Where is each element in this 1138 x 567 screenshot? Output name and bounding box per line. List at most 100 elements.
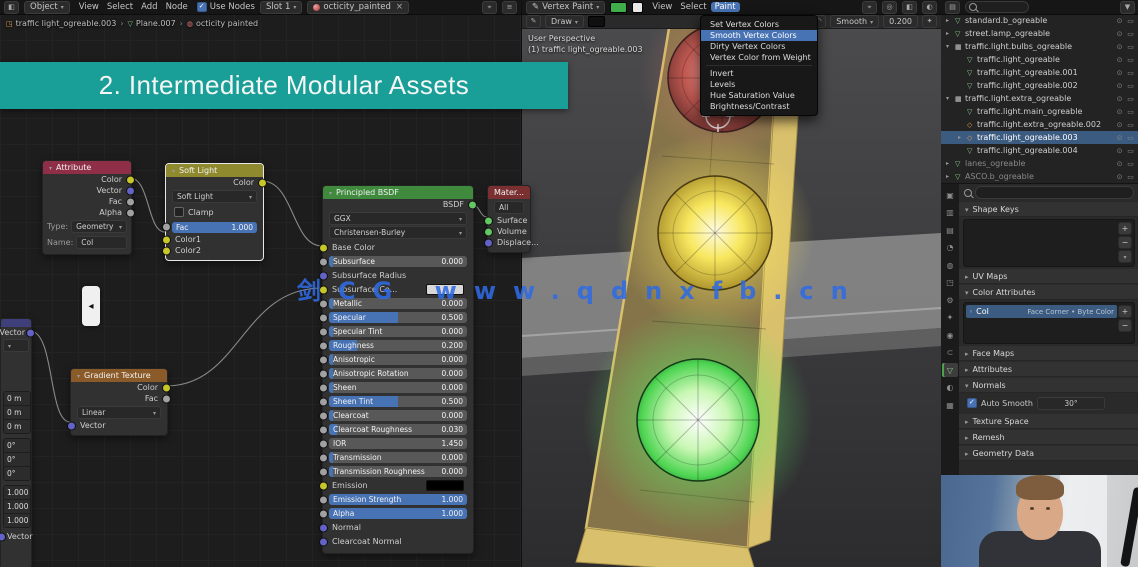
brush-settings-icon[interactable]: ✦ xyxy=(922,14,937,28)
node-header[interactable]: Mater... xyxy=(488,186,530,199)
node-input-row[interactable]: Subsurface Radius xyxy=(319,269,473,283)
outliner-row[interactable]: ▾ ▦ traffic.light.bulbs_ogreable xyxy=(941,40,1138,53)
node-mix-rgb[interactable]: Soft Light Color Soft Light Clamp Fac1.0… xyxy=(162,163,267,261)
auto-smooth-checkbox[interactable] xyxy=(967,398,977,408)
properties-tab[interactable]: ▽ xyxy=(942,363,958,377)
attribute-type-dropdown[interactable]: Geometry xyxy=(71,219,127,233)
auto-smooth-angle-field[interactable]: 30° xyxy=(1036,396,1105,410)
menu-item[interactable]: Select xyxy=(103,2,137,12)
rotation-z[interactable]: 0° xyxy=(4,467,30,480)
brush-icon[interactable]: ✎ xyxy=(526,14,541,28)
expand-icon[interactable]: ▸ xyxy=(958,134,967,141)
subsurface-method-dropdown[interactable]: Christensen-Burley xyxy=(329,226,467,239)
disable-render-icon[interactable] xyxy=(1125,95,1136,103)
shader-type-dropdown[interactable]: Object xyxy=(24,0,70,14)
object-name[interactable]: street.lamp_ogreable xyxy=(965,29,1114,38)
socket-icon[interactable] xyxy=(319,243,328,252)
scale-y[interactable]: 1.000 xyxy=(4,500,30,514)
location-fields[interactable]: 0 m 0 m 0 m xyxy=(3,391,31,434)
node-header[interactable]: Principled BSDF xyxy=(323,186,473,199)
panel-face-maps[interactable]: Face Maps xyxy=(959,346,1138,361)
rotation-fields[interactable]: 0° 0° 0° xyxy=(3,438,31,481)
distribution-dropdown[interactable]: GGX xyxy=(329,211,467,225)
shading-icon[interactable]: ◐ xyxy=(922,0,937,14)
outliner-row[interactable]: ▸ ▽ street.lamp_ogreable xyxy=(941,27,1138,40)
socket-icon[interactable] xyxy=(319,341,328,350)
clamp-toggle[interactable]: Clamp xyxy=(166,204,263,220)
socket-icon[interactable] xyxy=(468,200,477,209)
strength-field[interactable]: 0.200 xyxy=(883,14,918,28)
search-input[interactable] xyxy=(975,186,1134,199)
socket-icon[interactable] xyxy=(126,208,135,217)
hide-viewport-icon[interactable] xyxy=(1114,134,1125,142)
socket-icon[interactable] xyxy=(319,509,328,518)
socket-icon[interactable] xyxy=(484,238,493,247)
material-selector[interactable]: octicity_painted × xyxy=(307,0,410,14)
panel-shape-keys[interactable]: Shape Keys xyxy=(959,202,1138,217)
menu-item[interactable]: Levels xyxy=(701,79,817,90)
hide-viewport-icon[interactable] xyxy=(1114,69,1125,77)
properties-tab[interactable]: ▣ xyxy=(942,188,958,202)
menu-item[interactable]: Vertex Color from Weight xyxy=(701,52,817,63)
target-dropdown[interactable]: All xyxy=(494,200,524,214)
node-header[interactable]: Soft Light xyxy=(166,164,263,177)
node-input-row[interactable]: Metallic 0.000 xyxy=(319,297,473,311)
properties-tab[interactable]: ◔ xyxy=(942,241,958,255)
outliner-row[interactable]: ▽ traffic.light_ogreable.004 xyxy=(941,144,1138,157)
socket-icon[interactable] xyxy=(162,246,171,255)
hide-viewport-icon[interactable] xyxy=(1114,160,1125,168)
location-z[interactable]: 0 m xyxy=(4,420,30,433)
blend-mode-dropdown[interactable]: Soft Light xyxy=(172,189,257,203)
remove-button[interactable]: − xyxy=(1118,319,1132,332)
menu-item[interactable]: Add xyxy=(137,2,161,12)
properties-tab[interactable]: ✦ xyxy=(942,311,958,325)
hide-viewport-icon[interactable] xyxy=(1114,43,1125,51)
editor-type-icon[interactable]: ◧ xyxy=(4,0,19,14)
socket-icon[interactable] xyxy=(319,327,328,336)
object-name[interactable]: traffic.light.extra_ogreable xyxy=(965,94,1114,103)
node-input-row[interactable]: Clearcoat Roughness 0.030 xyxy=(319,423,473,437)
panel-geometry-data[interactable]: Geometry Data xyxy=(959,446,1138,461)
color-swatch[interactable] xyxy=(426,480,464,491)
add-button[interactable]: + xyxy=(1118,305,1132,318)
disable-render-icon[interactable] xyxy=(1125,17,1136,25)
disable-render-icon[interactable] xyxy=(1125,160,1136,168)
node-input-row[interactable]: Specular 0.500 xyxy=(319,311,473,325)
outliner-row[interactable]: ▽ traffic.light_ogreable xyxy=(941,53,1138,66)
outliner-search-input[interactable] xyxy=(965,1,1029,13)
object-name[interactable]: traffic.light_ogreable.004 xyxy=(977,146,1114,155)
menu-item[interactable]: Select xyxy=(676,2,710,12)
specials-menu-icon[interactable] xyxy=(1118,250,1132,263)
properties-tab[interactable]: ▥ xyxy=(942,206,958,220)
pin-icon[interactable]: ⌖ xyxy=(482,0,497,14)
overlays-icon[interactable]: ◧ xyxy=(902,0,917,14)
socket-icon[interactable] xyxy=(0,532,6,541)
panel-color-attributes[interactable]: Color Attributes xyxy=(959,285,1138,300)
socket-icon[interactable] xyxy=(319,425,328,434)
expand-icon[interactable]: ▸ xyxy=(946,30,955,37)
panel-attributes[interactable]: Attributes xyxy=(959,362,1138,377)
expand-icon[interactable]: ▸ xyxy=(946,160,955,167)
add-button[interactable]: + xyxy=(1118,222,1132,235)
disable-render-icon[interactable] xyxy=(1125,147,1136,155)
object-name[interactable]: traffic.light_ogreable.003 xyxy=(977,133,1114,142)
brush-color-swatch[interactable] xyxy=(610,1,628,13)
socket-icon[interactable] xyxy=(319,299,328,308)
node-header[interactable]: Gradient Texture xyxy=(71,369,167,382)
secondary-color-swatch[interactable] xyxy=(632,1,644,13)
menu-item[interactable]: Set Vertex Colors xyxy=(701,19,817,30)
socket-icon[interactable] xyxy=(258,178,267,187)
disable-render-icon[interactable] xyxy=(1125,134,1136,142)
panel-uv-maps[interactable]: UV Maps xyxy=(959,269,1138,284)
object-name[interactable]: traffic.light.bulbs_ogreable xyxy=(965,42,1114,51)
node-input-row[interactable]: Transmission 0.000 xyxy=(319,451,473,465)
node-header[interactable]: Attribute xyxy=(43,161,131,174)
outliner-row[interactable]: ▸ ▽ standard.b_ogreable xyxy=(941,14,1138,27)
socket-icon[interactable] xyxy=(319,523,328,532)
fac-slider[interactable]: Fac 1.000 xyxy=(162,220,263,234)
node-input-row[interactable]: Transmission Roughness 0.000 xyxy=(319,465,473,479)
attribute-name-field[interactable]: Col xyxy=(76,235,127,249)
falloff-dropdown[interactable]: Smooth xyxy=(830,14,880,28)
location-y[interactable]: 0 m xyxy=(4,406,30,420)
node-gradient-texture[interactable]: Gradient Texture Color Fac Linear V xyxy=(67,368,171,436)
